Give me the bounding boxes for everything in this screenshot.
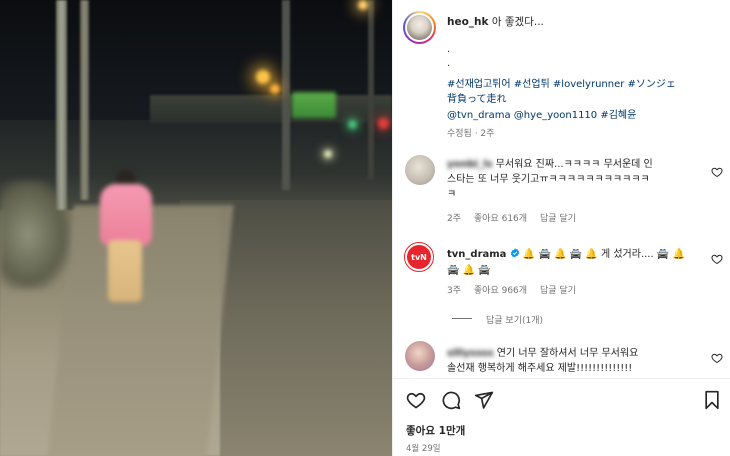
traffic-light xyxy=(378,118,389,129)
commenter-avatar[interactable] xyxy=(405,341,435,371)
comment-meta: 3주 좋아요 966개 답글 달기 xyxy=(447,283,576,296)
heart-icon[interactable] xyxy=(711,352,723,364)
tvn-logo: tvN xyxy=(407,245,431,269)
comment-username[interactable]: tvn_drama xyxy=(447,249,506,260)
mentions[interactable]: @tvn_drama @hye_yoon1110 #김혜윤 xyxy=(447,106,636,121)
beige-pants xyxy=(108,240,142,302)
likes-count[interactable]: 좋아요 1만개 xyxy=(406,423,465,438)
edited-timestamp: 수정됨 · 2주 xyxy=(447,129,495,139)
comment-text: 무서워요 진짜...ㅋㅋㅋㅋ 무서운데 인 xyxy=(495,159,653,170)
comment: tvn_drama 🔔 🚔 🔔 🚔 🔔 게 섰거라.... 🚔 🔔 🚔 🔔 🚔 xyxy=(447,247,707,279)
heart-icon[interactable] xyxy=(711,253,723,265)
caption-line: heo_hk 아 좋겠다... xyxy=(447,14,544,29)
author-username[interactable]: heo_hk xyxy=(447,16,489,28)
caption-text: 아 좋겠다... xyxy=(491,16,544,28)
walking-person xyxy=(98,170,156,305)
street-light xyxy=(256,70,270,84)
comment-text: 솔선재 행복하게 해주세요 제발!!!!!!!!!!!!!! xyxy=(447,363,633,374)
comment-text: 🚔 🔔 🚔 xyxy=(447,265,491,276)
comment-time: 3주 xyxy=(447,286,462,296)
hashtags-continued[interactable]: 背負って走れ xyxy=(447,90,507,105)
traffic-light xyxy=(348,120,357,129)
comment-text: 연기 너무 잘하셔서 너무 무서워요 xyxy=(496,348,639,359)
comment-time: 2주 xyxy=(447,214,462,224)
caption-dot: . xyxy=(447,44,451,55)
save-button[interactable] xyxy=(702,390,722,410)
hashtags[interactable]: #선재업고튀어 #선업튀 #lovelyrunner #ソンジェ xyxy=(447,75,676,90)
road-sign xyxy=(292,92,336,118)
verified-badge-icon xyxy=(510,248,519,258)
street-light xyxy=(270,84,280,94)
comment-text: 스타는 또 너무 웃기고ㅠㅋㅋㅋㅋㅋㅋㅋㅋㅋㅋㅋ xyxy=(447,174,650,185)
instagram-post-view xyxy=(0,0,730,456)
comment-likes[interactable]: 좋아요 616개 xyxy=(474,214,527,224)
utility-pole xyxy=(80,0,89,200)
post-side-panel xyxy=(392,0,730,456)
commenter-avatar[interactable] xyxy=(405,155,435,185)
comment-text: 🔔 🚔 🔔 🚔 🔔 게 섰거라.... 🚔 🔔 xyxy=(522,249,685,260)
caption-dot: . xyxy=(447,58,451,69)
bookmark-icon[interactable] xyxy=(702,390,722,410)
view-replies-button[interactable]: 답글 보기(1개) xyxy=(486,313,543,326)
comment-likes[interactable]: 좋아요 966개 xyxy=(474,286,527,296)
reply-button[interactable]: 답글 달기 xyxy=(540,286,576,296)
comment-icon[interactable] xyxy=(441,390,461,410)
comment-username[interactable]: slllyssss xyxy=(447,348,494,359)
replies-line xyxy=(452,318,472,319)
post-photo[interactable] xyxy=(0,0,392,456)
comment-meta: 2주 좋아요 616개 답글 달기 xyxy=(447,211,576,224)
utility-pole xyxy=(282,0,290,190)
share-icon[interactable] xyxy=(474,390,494,410)
utility-pole xyxy=(368,0,374,180)
divider xyxy=(392,378,730,379)
overpass xyxy=(150,95,392,123)
comment: slllyssss 연기 너무 잘하셔서 너무 무서워요 솔선재 행복하게 해주… xyxy=(447,346,707,376)
like-button[interactable] xyxy=(406,390,426,410)
author-avatar[interactable] xyxy=(403,11,436,44)
comment-button[interactable] xyxy=(441,390,461,410)
utility-pole xyxy=(56,0,67,210)
comment-username[interactable]: yonbi_ls xyxy=(447,159,492,170)
distant-light xyxy=(324,150,332,158)
comment-text: ㅋ xyxy=(447,189,457,200)
street-light xyxy=(358,0,368,10)
post-date[interactable]: 4월 29일 xyxy=(406,442,441,454)
tvn-avatar[interactable]: tvN xyxy=(404,242,434,272)
reply-button[interactable]: 답글 달기 xyxy=(540,214,576,224)
comment: yonbi_ls 무서워요 진짜...ㅋㅋㅋㅋ 무서운데 인 스타는 또 너무 … xyxy=(447,157,707,202)
pink-coat xyxy=(100,184,152,246)
heart-icon[interactable] xyxy=(406,390,426,410)
share-button[interactable] xyxy=(474,390,494,410)
heart-icon[interactable] xyxy=(711,166,723,178)
